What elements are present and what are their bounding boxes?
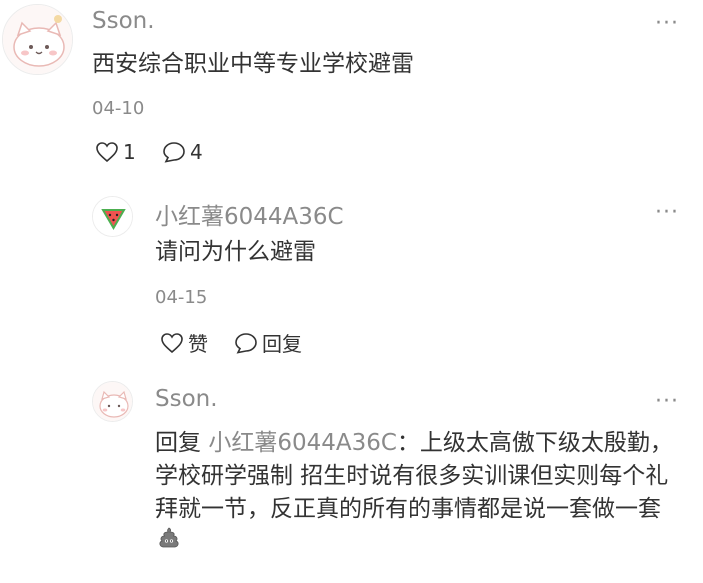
reply-item: 小红薯6044A36C ··· 请问为什么避雷 04-15 赞 回复 — [0, 190, 703, 370]
more-icon[interactable]: ··· — [655, 391, 679, 413]
poop-emoji-icon — [157, 526, 181, 560]
reply-button[interactable]: 回复 — [234, 328, 302, 357]
comment-icon — [234, 332, 258, 354]
avatar[interactable] — [92, 196, 133, 237]
avatar[interactable] — [92, 381, 133, 422]
reply-button[interactable]: 4 — [162, 140, 203, 164]
comment-text: 西安综合职业中等专业学校避雷 — [92, 51, 414, 77]
more-icon[interactable]: ··· — [655, 202, 679, 224]
like-button[interactable]: 1 — [95, 140, 136, 164]
comment-date: 04-10 — [92, 98, 145, 119]
avatar[interactable] — [2, 4, 73, 75]
comment-icon — [162, 141, 186, 163]
like-count: 1 — [123, 140, 136, 164]
like-button[interactable]: 赞 — [160, 328, 208, 357]
username[interactable]: Sson. — [155, 386, 218, 412]
username[interactable]: Sson. — [92, 8, 155, 34]
heart-icon — [160, 332, 184, 354]
cat-avatar-icon — [3, 5, 72, 74]
reply-item: Sson. ··· 回复 小红薯6044A36C：上级太高傲下级太殷勤，学校研学… — [0, 370, 703, 583]
reply-label: 回复 — [262, 332, 302, 356]
reply-prefix: 回复 — [155, 430, 201, 456]
comment-text: 回复 小红薯6044A36C：上级太高傲下级太殷勤，学校研学强制 招生时说有很多… — [155, 427, 675, 560]
mention-separator: ： — [396, 430, 420, 456]
comment-item: Sson. ··· 西安综合职业中等专业学校避雷 04-10 1 4 — [0, 0, 703, 190]
username[interactable]: 小红薯6044A36C — [155, 197, 344, 231]
cat-avatar-icon — [93, 382, 132, 421]
mention-link[interactable]: 小红薯6044A36C — [208, 430, 397, 456]
comment-text: 请问为什么避雷 — [155, 239, 316, 265]
like-label: 赞 — [188, 332, 208, 356]
watermelon-avatar-icon — [93, 197, 132, 236]
comment-date: 04-15 — [155, 287, 208, 308]
reply-count: 4 — [190, 140, 203, 164]
more-icon[interactable]: ··· — [655, 13, 679, 35]
heart-icon — [95, 141, 119, 163]
